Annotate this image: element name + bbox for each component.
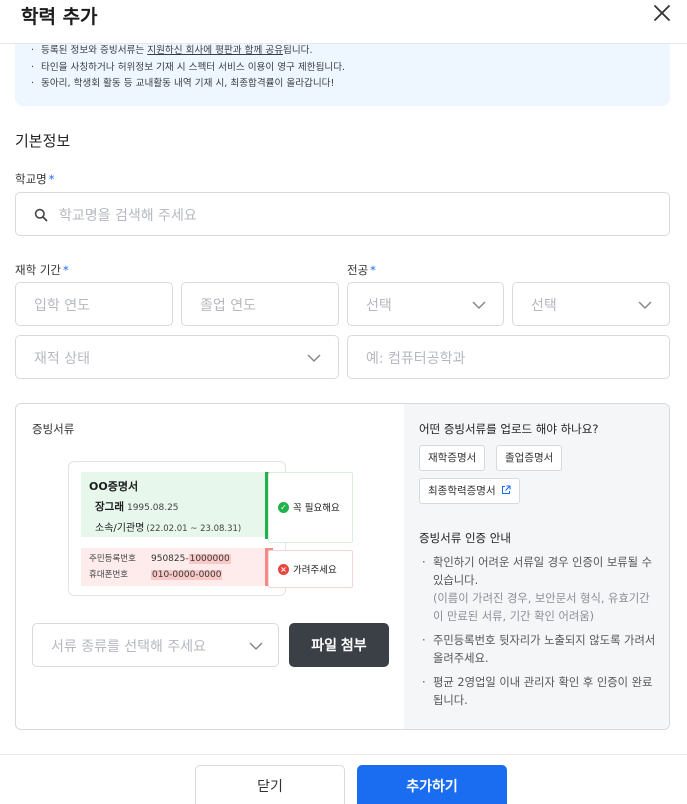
documents-panel: 증빙서류 OO증명서 장그래 1995.08.25 소속/기관명 (22.02.01… (15, 403, 670, 730)
guide-title: 증빙서류 인증 안내 (419, 531, 511, 545)
chevron-down-icon (637, 297, 653, 317)
sample-document-illustration: OO증명서 장그래 1995.08.25 소속/기관명 (22.02.01 ~ 23… (68, 461, 286, 596)
guide-list: 확인하기 어려운 서류일 경우 인증이 보류될 수 있습니다.(이름이 가려진 … (419, 554, 659, 716)
modal-footer: 닫기 추가하기 (0, 754, 687, 804)
required-info-area: OO증명서 장그래 1995.08.25 소속/기관명 (22.02.01 ~ 23… (81, 472, 265, 537)
notice-box: · 등록된 정보와 증빙서류는 지원하신 회사에 평판과 함께 공유됩니다. · 타… (15, 40, 670, 106)
chip-enrollment-certificate[interactable]: 재학증명서 (419, 445, 486, 471)
school-label: 학교명 * (15, 172, 55, 186)
guide-item: 평균 2영업일 이내 관리자 확인 후 인증이 완료됩니다. (419, 674, 659, 710)
chevron-down-icon (471, 297, 487, 317)
period-label: 재학 기간 * (15, 263, 69, 277)
hidden-info-area: 주민등록번호 950825-1000000 휴대폰번호 010-0000-0000 (81, 548, 265, 586)
close-icon[interactable] (649, 0, 675, 26)
sample-rrn: 주민등록번호 950825-1000000 (89, 554, 231, 564)
school-search-input[interactable]: 학교명을 검색해 주세요 (15, 192, 670, 236)
check-icon: ✓ (278, 501, 289, 513)
chip-graduation-certificate[interactable]: 졸업증명서 (496, 445, 563, 471)
entry-year-input[interactable]: 입학 연도 (15, 282, 173, 326)
major-select-2[interactable]: 선택 (512, 282, 670, 326)
major-label: 전공 * (347, 263, 376, 277)
guide-item: 확인하기 어려운 서류일 경우 인증이 보류될 수 있습니다.(이름이 가려진 … (419, 554, 659, 626)
graduation-year-input[interactable]: 졸업 연도 (181, 282, 339, 326)
enrollment-status-select[interactable]: 재적 상태 (15, 335, 339, 379)
major-select-1[interactable]: 선택 (347, 282, 504, 326)
guide-item: 주민등록번호 뒷자리가 노출되지 않도록 가려서 올려주세요. (419, 632, 659, 668)
section-title-basic-info: 기본정보 (15, 132, 71, 150)
document-type-select[interactable]: 서류 종류를 선택해 주세요 (32, 623, 279, 667)
hide-tag: × 가려주세요 (268, 550, 353, 588)
x-circle-icon: × (278, 563, 289, 575)
notice-share-link: 지원하신 회사에 평판과 함께 공유 (147, 45, 284, 56)
sample-person: 장그래 1995.08.25 (95, 501, 179, 513)
required-tag: ✓ 꼭 필요해요 (268, 472, 353, 543)
chevron-down-icon (306, 350, 322, 370)
modal-header: 학력 추가 (0, 0, 687, 44)
documents-guide-panel: 어떤 증빙서류를 업로드 해야 하나요? 재학증명서 졸업증명서 최종학력증명서… (404, 404, 669, 729)
notice-line: · 동아리, 학생회 활동 등 교내활동 내역 기재 시, 최종합격률이 올라갑니… (31, 78, 335, 89)
notice-line: · 등록된 정보와 증빙서류는 지원하신 회사에 평판과 함께 공유됩니다. (31, 45, 313, 56)
modal-title: 학력 추가 (21, 6, 98, 28)
sample-phone: 휴대폰번호 010-0000-0000 (89, 570, 223, 580)
add-button[interactable]: 추가하기 (357, 765, 507, 804)
attach-file-button[interactable]: 파일 첨부 (289, 623, 389, 667)
close-button[interactable]: 닫기 (195, 765, 345, 804)
major-name-input[interactable]: 예: 컴퓨터공학과 (347, 335, 670, 379)
sample-org: 소속/기관명 (22.02.01 ~ 23.08.31) (95, 523, 242, 534)
chevron-down-icon (248, 638, 264, 658)
search-icon (34, 207, 48, 226)
documents-question: 어떤 증빙서류를 업로드 해야 하나요? (419, 422, 599, 436)
external-link-icon (501, 480, 511, 504)
chip-final-education-certificate[interactable]: 최종학력증명서 (419, 478, 520, 504)
documents-label: 증빙서류 (32, 422, 75, 436)
sample-document-name: OO증명서 (89, 480, 139, 493)
notice-line: · 타인을 사칭하거나 허위정보 기재 시 스펙터 서비스 이용이 영구 제한됩니… (31, 61, 346, 73)
